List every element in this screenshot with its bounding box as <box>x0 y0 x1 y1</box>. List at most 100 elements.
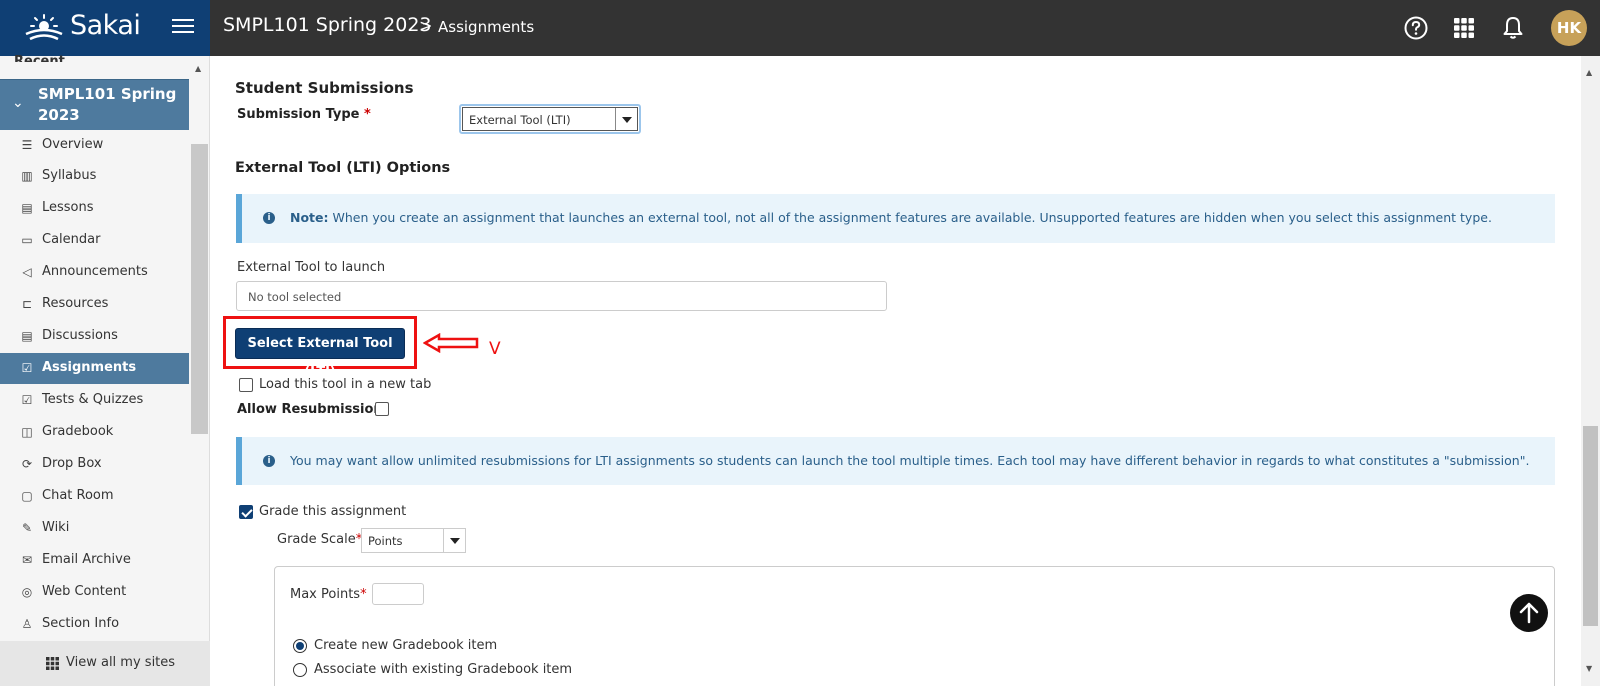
note-text: When you create an assignment that launc… <box>332 210 1492 225</box>
sidebar-item-section-info[interactable]: ♙ Section Info <box>0 609 189 640</box>
assignment-check-icon: ☑ <box>21 361 33 375</box>
sidebar-item-label: Chat Room <box>42 488 114 503</box>
envelope-icon: ✉ <box>21 553 33 567</box>
edit-icon: ✎ <box>21 521 33 535</box>
required-mark: * <box>364 107 371 122</box>
caret-down-icon <box>615 108 637 130</box>
sidebar-item-label: Tests & Quizzes <box>42 392 144 407</box>
sidebar-item-label: Gradebook <box>42 424 114 439</box>
sidebar-item-lessons[interactable]: ▤ Lessons <box>0 193 189 224</box>
chat-icon: ▢ <box>21 489 33 503</box>
sidebar-item-label: Email Archive <box>42 552 131 567</box>
arrow-up-icon <box>1519 602 1539 624</box>
select-external-tool-button[interactable]: Select External Tool (LTI) <box>235 328 405 380</box>
resubmission-info-text: You may want allow unlimited resubmissio… <box>290 453 1530 468</box>
sidebar-scroll-up-icon[interactable]: ▲ <box>195 64 201 73</box>
sidebar-scrollbar[interactable] <box>191 144 208 434</box>
submission-type-value: External Tool (LTI) <box>469 113 571 127</box>
sidebar-item-calendar[interactable]: ▭ Calendar <box>0 225 189 256</box>
current-site-toggle[interactable]: ⌄ SMPL101 Spring 2023 <box>0 79 189 130</box>
notifications-bell-icon[interactable] <box>1500 15 1526 41</box>
scroll-down-icon[interactable]: ▼ <box>1586 664 1592 673</box>
sidebar-item-label: Discussions <box>42 328 118 343</box>
required-mark: * <box>360 587 367 602</box>
tool-to-launch-label: External Tool to launch <box>237 260 386 275</box>
sakai-logo-icon <box>25 14 63 41</box>
brand-name: Sakai <box>70 10 141 41</box>
sidebar-item-label: Announcements <box>42 264 148 279</box>
tool-display-field[interactable]: No tool selected <box>236 281 887 311</box>
caret-down-icon <box>443 529 465 552</box>
main-scrollbar[interactable]: ▲ ▼ <box>1581 56 1600 686</box>
sidebar-item-label: Assignments <box>42 360 137 375</box>
grade-assignment-checkbox[interactable] <box>239 505 253 519</box>
sidebar-item-chat-room[interactable]: ▢ Chat Room <box>0 481 189 512</box>
sidebar-item-announcements[interactable]: ◁ Announcements <box>0 257 189 288</box>
max-points-label-text: Max Points <box>290 587 361 602</box>
grade-scale-select[interactable]: Points <box>361 528 466 553</box>
sidebar-item-drop-box[interactable]: ⟳ Drop Box <box>0 449 189 480</box>
view-all-sites-button[interactable]: View all my sites <box>0 641 210 686</box>
create-gradebook-label: Create new Gradebook item <box>314 638 498 653</box>
sidebar-item-resources[interactable]: ⊏ Resources <box>0 289 189 320</box>
sidebar-item-label: Lessons <box>42 200 94 215</box>
sidebar-item-label: Drop Box <box>42 456 102 471</box>
submission-type-label-text: Submission Type <box>237 107 360 122</box>
associate-gradebook-radio[interactable] <box>293 663 307 677</box>
sidebar-item-gradebook[interactable]: ◫ Gradebook <box>0 417 189 448</box>
grade-assignment-label: Grade this assignment <box>259 504 407 519</box>
max-points-input[interactable] <box>372 583 424 605</box>
sidebar-item-label: Calendar <box>42 232 101 247</box>
globe-icon: ◎ <box>21 585 33 599</box>
resubmission-info-box: i You may want allow unlimited resubmiss… <box>236 437 1555 485</box>
sidebar-item-assignments[interactable]: ☑ Assignments <box>0 353 189 384</box>
grade-scale-value: Points <box>368 534 403 548</box>
apps-grid-icon[interactable] <box>1451 15 1477 41</box>
tool-placeholder: No tool selected <box>248 290 342 304</box>
annotation-arrow-icon <box>423 333 479 353</box>
max-points-label: Max Points* <box>290 587 367 602</box>
new-tab-checkbox[interactable] <box>239 378 253 392</box>
allow-resubmission-label: Allow Resubmission <box>237 402 383 417</box>
submission-type-label: Submission Type * <box>237 107 371 122</box>
user-avatar[interactable]: HK <box>1551 10 1587 46</box>
sidebar-item-syllabus[interactable]: ▥ Syllabus <box>0 161 189 192</box>
back-to-top-button[interactable] <box>1510 594 1548 632</box>
sidebar-item-tests-quizzes[interactable]: ☑ Tests & Quizzes <box>0 385 189 416</box>
grade-scale-label: Grade Scale* <box>277 532 362 547</box>
info-icon: i <box>263 212 275 224</box>
recent-heading: Recent <box>14 54 65 62</box>
breadcrumb-separator: > <box>419 16 433 35</box>
sidebar-item-label: Resources <box>42 296 109 311</box>
annotation-mark: V <box>489 339 501 359</box>
person-icon: ♙ <box>21 617 33 631</box>
note-label: Note: <box>290 210 329 225</box>
check-square-icon: ☑ <box>21 393 33 407</box>
main-scrollbar-thumb[interactable] <box>1583 426 1598 626</box>
sidebar-item-overview[interactable]: ☰ Overview <box>0 130 189 161</box>
sidebar-item-wiki[interactable]: ✎ Wiki <box>0 513 189 544</box>
submission-type-select[interactable]: External Tool (LTI) <box>462 107 638 131</box>
lti-note-box: i Note: When you create an assignment th… <box>236 194 1555 243</box>
sidebar-item-email-archive[interactable]: ✉ Email Archive <box>0 545 189 576</box>
menu-toggle-icon[interactable] <box>172 17 194 39</box>
help-icon[interactable] <box>1403 15 1429 41</box>
sidebar-item-discussions[interactable]: ▤ Discussions <box>0 321 189 352</box>
sidebar-item-label: Overview <box>42 137 104 152</box>
allow-resubmission-checkbox[interactable] <box>375 402 389 416</box>
brand-area[interactable]: Sakai <box>0 0 210 56</box>
document-icon: ▤ <box>21 201 33 215</box>
list-icon: ☰ <box>21 138 33 152</box>
site-title[interactable]: SMPL101 Spring 2023 <box>223 14 432 36</box>
new-tab-label: Load this tool in a new tab <box>259 377 432 392</box>
grade-scale-label-text: Grade Scale <box>277 532 356 547</box>
calendar-icon: ▭ <box>21 233 33 247</box>
sidebar-item-web-content[interactable]: ◎ Web Content <box>0 577 189 608</box>
book-columns-icon: ▥ <box>21 169 33 183</box>
scroll-up-icon[interactable]: ▲ <box>1586 68 1592 77</box>
sidebar-item-label: Syllabus <box>42 168 97 183</box>
sidebar-item-label: Web Content <box>42 584 127 599</box>
associate-gradebook-label: Associate with existing Gradebook item <box>314 662 573 677</box>
create-gradebook-radio[interactable] <box>293 639 307 653</box>
sidebar-item-label: Section Info <box>42 616 120 631</box>
